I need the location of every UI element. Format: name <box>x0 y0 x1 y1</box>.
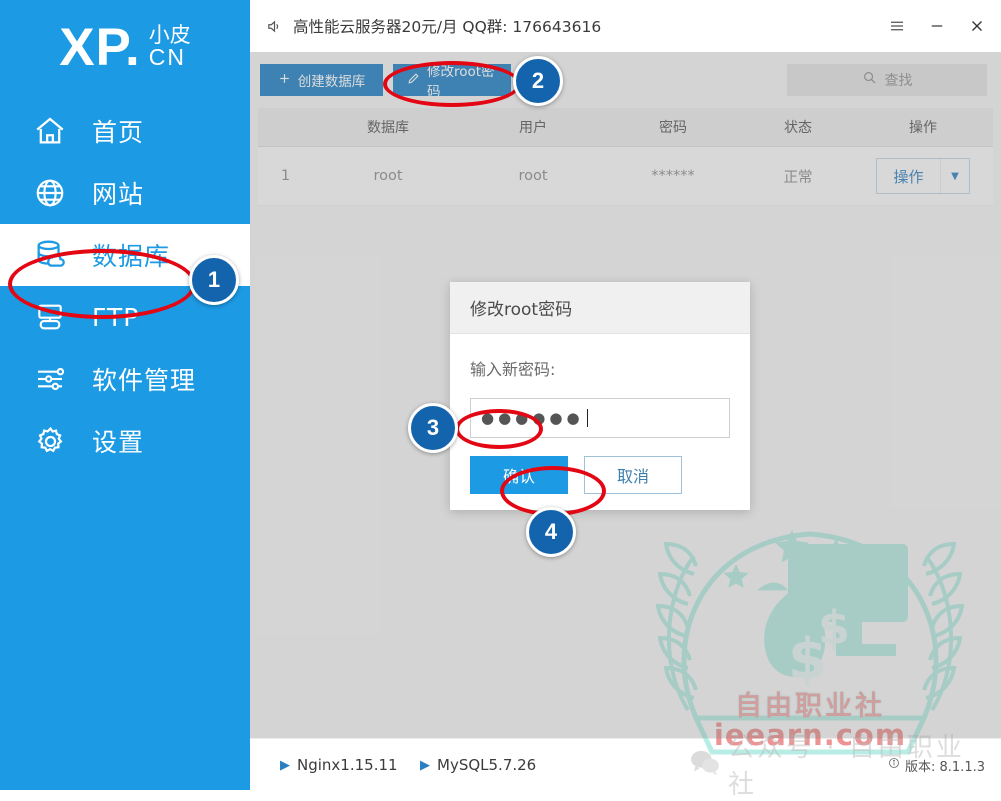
globe-icon <box>30 173 70 213</box>
dialog-title: 修改root密码 <box>470 300 573 320</box>
annotation-badge-1: 1 <box>189 255 239 305</box>
sidebar-item-label: 首页 <box>92 118 145 147</box>
version-info: 版本: 8.1.1.3 <box>888 739 985 791</box>
new-password-input[interactable]: ●●●●●● <box>470 398 730 438</box>
logo-sub-bottom: CN <box>148 44 187 70</box>
dialog-header: 修改root密码 <box>450 282 750 334</box>
minimize-icon[interactable] <box>927 16 947 36</box>
titlebar: 高性能云服务器20元/月 QQ群: 176643616 <box>250 0 1001 53</box>
status-mysql[interactable]: ▶ MySQL5.7.26 <box>420 739 536 791</box>
play-icon: ▶ <box>280 757 290 773</box>
sidebar: XP. 小皮 CN 首页 网站 数据库 FTP 软件管理 设置 <box>0 0 250 790</box>
sidebar-item-website[interactable]: 网站 <box>0 162 250 224</box>
close-icon[interactable] <box>967 16 987 36</box>
home-icon <box>30 111 70 151</box>
database-icon <box>30 235 70 275</box>
app-root: XP. 小皮 CN 首页 网站 数据库 FTP 软件管理 设置 高性能云服务器2… <box>0 0 1001 800</box>
logo-xp-text: XP. <box>59 17 141 77</box>
annotation-badge-3: 3 <box>408 403 458 453</box>
status-nginx[interactable]: ▶ Nginx1.15.11 <box>280 739 398 791</box>
sidebar-item-software[interactable]: 软件管理 <box>0 348 250 410</box>
logo-sub-top: 小皮 <box>148 24 191 47</box>
window-title: 高性能云服务器20元/月 QQ群: 176643616 <box>293 18 602 36</box>
info-icon <box>888 757 900 773</box>
window-controls <box>887 0 987 52</box>
logo-sub: 小皮 CN <box>149 25 191 69</box>
annotation-badge-2: 2 <box>513 56 563 106</box>
cancel-button[interactable]: 取消 <box>584 456 682 494</box>
speaker-icon[interactable] <box>266 18 283 35</box>
dialog-body: 输入新密码: ●●●●●● <box>450 334 750 438</box>
gear-icon <box>30 421 70 461</box>
sidebar-item-label: 数据库 <box>92 242 171 271</box>
statusbar: ▶ Nginx1.15.11 ▶ MySQL5.7.26 版本: 8.1.1.3 <box>250 738 1001 791</box>
hamburger-icon[interactable] <box>887 16 907 36</box>
sliders-icon <box>30 359 70 399</box>
new-password-label: 输入新密码: <box>470 360 556 379</box>
sidebar-item-label: 软件管理 <box>92 366 197 395</box>
status-mysql-label: MySQL5.7.26 <box>437 756 537 774</box>
status-nginx-label: Nginx1.15.11 <box>297 756 398 774</box>
dialog-footer: 确认 取消 <box>470 456 682 494</box>
sidebar-item-label: FTP <box>92 302 140 332</box>
sidebar-item-home[interactable]: 首页 <box>0 100 250 162</box>
confirm-button[interactable]: 确认 <box>470 456 568 494</box>
version-label: 版本: 8.1.1.3 <box>905 759 985 775</box>
app-logo: XP. 小皮 CN <box>0 8 250 86</box>
play-icon: ▶ <box>420 757 430 773</box>
change-root-password-dialog: 修改root密码 输入新密码: ●●●●●● 确认 取消 <box>450 282 750 510</box>
sidebar-item-label: 网站 <box>92 180 145 209</box>
ftp-icon <box>30 297 70 337</box>
text-caret <box>586 409 588 427</box>
annotation-badge-4: 4 <box>526 507 576 557</box>
titlebar-left: 高性能云服务器20元/月 QQ群: 176643616 <box>266 0 601 52</box>
sidebar-item-settings[interactable]: 设置 <box>0 410 250 472</box>
sidebar-item-label: 设置 <box>92 428 145 457</box>
new-password-value: ●●●●●● <box>481 408 584 427</box>
